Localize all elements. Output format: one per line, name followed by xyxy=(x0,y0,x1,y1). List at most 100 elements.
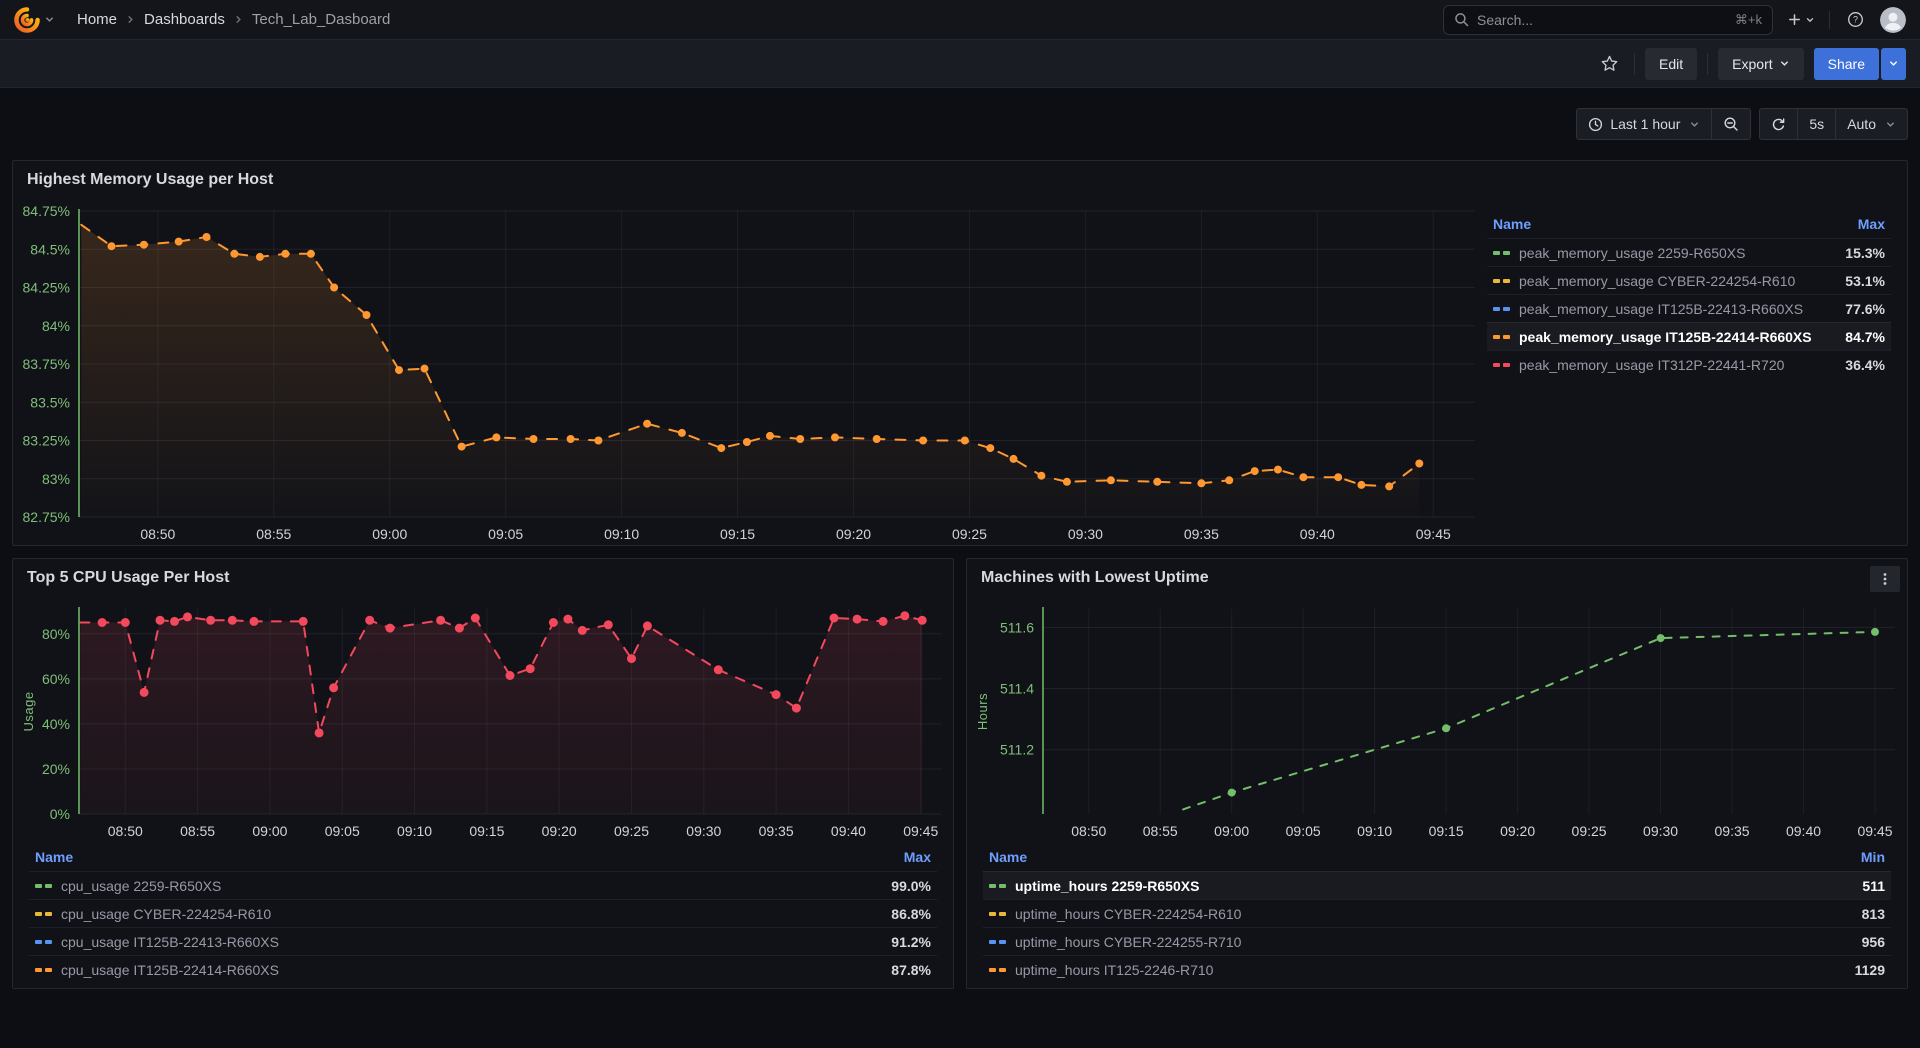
svg-text:60%: 60% xyxy=(42,671,70,687)
svg-text:08:50: 08:50 xyxy=(108,823,143,839)
breadcrumb-item[interactable]: Home xyxy=(77,11,117,28)
share-button[interactable]: Share xyxy=(1814,48,1879,80)
svg-text:09:10: 09:10 xyxy=(1357,823,1392,839)
series-swatch xyxy=(1493,307,1510,311)
svg-text:09:05: 09:05 xyxy=(325,823,360,839)
svg-text:511.2: 511.2 xyxy=(1000,742,1034,758)
cpu-chart[interactable]: 08:5008:5509:0009:0509:1009:1509:2009:25… xyxy=(13,597,953,844)
time-range-picker[interactable]: Last 1 hour xyxy=(1577,109,1711,139)
refresh-icon xyxy=(1771,117,1786,132)
uptime-chart[interactable]: 08:5008:5509:0009:0509:1009:1509:2009:25… xyxy=(967,597,1907,844)
top-nav: Home Dashboards Tech_Lab_Dasboard ⌘+k ? xyxy=(0,0,1920,40)
chevron-down-icon xyxy=(1885,119,1896,130)
edit-button[interactable]: Edit xyxy=(1645,48,1697,80)
series-name: cpu_usage IT125B-22414-R660XS xyxy=(61,962,882,978)
series-name: uptime_hours IT125-2246-R710 xyxy=(1015,962,1846,978)
search-input[interactable] xyxy=(1477,12,1727,28)
zoom-out-button[interactable] xyxy=(1711,109,1750,139)
dashboard-grid: Highest Memory Usage per Host 08:5008:55… xyxy=(0,160,1920,989)
legend-value-header[interactable]: Max xyxy=(904,849,931,865)
avatar[interactable] xyxy=(1880,7,1906,33)
search-icon xyxy=(1454,12,1469,27)
export-button[interactable]: Export xyxy=(1718,48,1803,80)
legend-name-header[interactable]: Name xyxy=(35,849,73,865)
legend-row[interactable]: cpu_usage IT125B-22414-R660XS87.8% xyxy=(29,955,937,983)
series-name: peak_memory_usage 2259-R650XS xyxy=(1519,245,1836,261)
series-swatch xyxy=(35,968,52,972)
legend-row[interactable]: cpu_usage 2259-R650XS99.0% xyxy=(29,871,937,899)
svg-text:09:25: 09:25 xyxy=(1572,823,1607,839)
svg-text:08:55: 08:55 xyxy=(256,526,291,542)
svg-text:09:25: 09:25 xyxy=(614,823,649,839)
svg-text:82.75%: 82.75% xyxy=(23,509,70,525)
legend-row[interactable]: cpu_usage IT125B-22413-R660XS91.2% xyxy=(29,927,937,955)
svg-text:09:00: 09:00 xyxy=(1214,823,1249,839)
legend-row[interactable]: uptime_hours IT125-2246-R710 1129 xyxy=(983,955,1891,983)
series-value: 84.7% xyxy=(1845,329,1885,345)
legend-row[interactable]: peak_memory_usage IT125B-22414-R660XS 84.… xyxy=(1487,322,1891,350)
breadcrumb-item[interactable]: Tech_Lab_Dasboard xyxy=(252,11,390,28)
search-box[interactable]: ⌘+k xyxy=(1443,5,1773,35)
refresh-button[interactable] xyxy=(1760,109,1797,139)
series-value: 813 xyxy=(1862,906,1885,922)
panel-title[interactable]: Highest Memory Usage per Host xyxy=(27,171,273,189)
svg-text:09:20: 09:20 xyxy=(1500,823,1535,839)
legend-name-header[interactable]: Name xyxy=(1493,216,1531,232)
series-swatch xyxy=(1493,251,1510,255)
share-menu-button[interactable] xyxy=(1881,48,1906,80)
legend-row[interactable]: peak_memory_usage CYBER-224254-R61053.1% xyxy=(1487,266,1891,294)
add-new-button[interactable] xyxy=(1783,5,1819,35)
chevron-right-icon xyxy=(125,14,136,25)
refresh-interval-picker[interactable]: Auto xyxy=(1835,109,1907,139)
svg-text:83.5%: 83.5% xyxy=(30,394,70,410)
memory-chart[interactable]: 08:5008:5509:0009:0509:1009:1509:2009:25… xyxy=(13,199,1487,547)
series-value: 956 xyxy=(1862,934,1885,950)
series-value: 1129 xyxy=(1855,962,1885,978)
svg-text:84%: 84% xyxy=(42,318,70,334)
legend-row[interactable]: peak_memory_usage IT312P-22441-R72036.4% xyxy=(1487,350,1891,378)
svg-text:09:05: 09:05 xyxy=(488,526,523,542)
svg-text:09:25: 09:25 xyxy=(952,526,987,542)
legend-row[interactable]: peak_memory_usage IT125B-22413-R660XS77.… xyxy=(1487,294,1891,322)
series-name: cpu_usage CYBER-224254-R610 xyxy=(61,906,882,922)
grafana-logo-button[interactable] xyxy=(14,7,55,33)
refresh-interval-value[interactable]: 5s xyxy=(1797,109,1835,139)
svg-text:08:50: 08:50 xyxy=(140,526,175,542)
panel-lowest-uptime: Machines with Lowest Uptime 08:5008:5509… xyxy=(966,558,1908,989)
panel-menu-button[interactable] xyxy=(1870,566,1900,592)
svg-text:09:30: 09:30 xyxy=(1068,526,1103,542)
uptime-legend: Name Min uptime_hours 2259-R650XS511upti… xyxy=(967,844,1907,989)
panel-title[interactable]: Machines with Lowest Uptime xyxy=(981,569,1209,587)
svg-text:08:55: 08:55 xyxy=(1143,823,1178,839)
legend-value-header[interactable]: Min xyxy=(1861,849,1885,865)
series-swatch xyxy=(989,884,1006,888)
series-swatch xyxy=(1493,363,1510,367)
legend-name-header[interactable]: Name xyxy=(989,849,1027,865)
legend-value-header[interactable]: Max xyxy=(1858,216,1885,232)
chevron-down-icon xyxy=(44,14,55,25)
svg-text:?: ? xyxy=(1853,15,1858,25)
favorite-button[interactable] xyxy=(1594,49,1624,79)
svg-text:09:15: 09:15 xyxy=(720,526,755,542)
legend-row[interactable]: peak_memory_usage 2259-R650XS15.3% xyxy=(1487,238,1891,266)
chevron-down-icon xyxy=(1805,15,1815,25)
series-swatch xyxy=(989,968,1006,972)
series-swatch xyxy=(1493,335,1510,339)
help-circle-icon: ? xyxy=(1847,11,1864,28)
breadcrumb-item[interactable]: Dashboards xyxy=(144,11,225,28)
legend-row[interactable]: uptime_hours CYBER-224255-R710956 xyxy=(983,927,1891,955)
legend-row[interactable]: cpu_usage CYBER-224254-R61086.8% xyxy=(29,899,937,927)
series-swatch xyxy=(989,912,1006,916)
kebab-menu-icon xyxy=(1878,572,1892,586)
legend-row[interactable]: uptime_hours CYBER-224254-R610813 xyxy=(983,899,1891,927)
zoom-out-icon xyxy=(1723,116,1739,132)
legend-row[interactable]: uptime_hours 2259-R650XS511 xyxy=(983,871,1891,899)
series-name: peak_memory_usage IT125B-22414-R660XS xyxy=(1519,329,1836,345)
panel-title[interactable]: Top 5 CPU Usage Per Host xyxy=(27,569,229,587)
help-button[interactable]: ? xyxy=(1840,5,1870,35)
svg-text:Hours: Hours xyxy=(975,693,990,730)
breadcrumb: Home Dashboards Tech_Lab_Dasboard xyxy=(77,11,390,28)
divider xyxy=(1707,53,1708,75)
series-name: peak_memory_usage IT312P-22441-R720 xyxy=(1519,357,1836,373)
plus-icon xyxy=(1787,12,1802,27)
